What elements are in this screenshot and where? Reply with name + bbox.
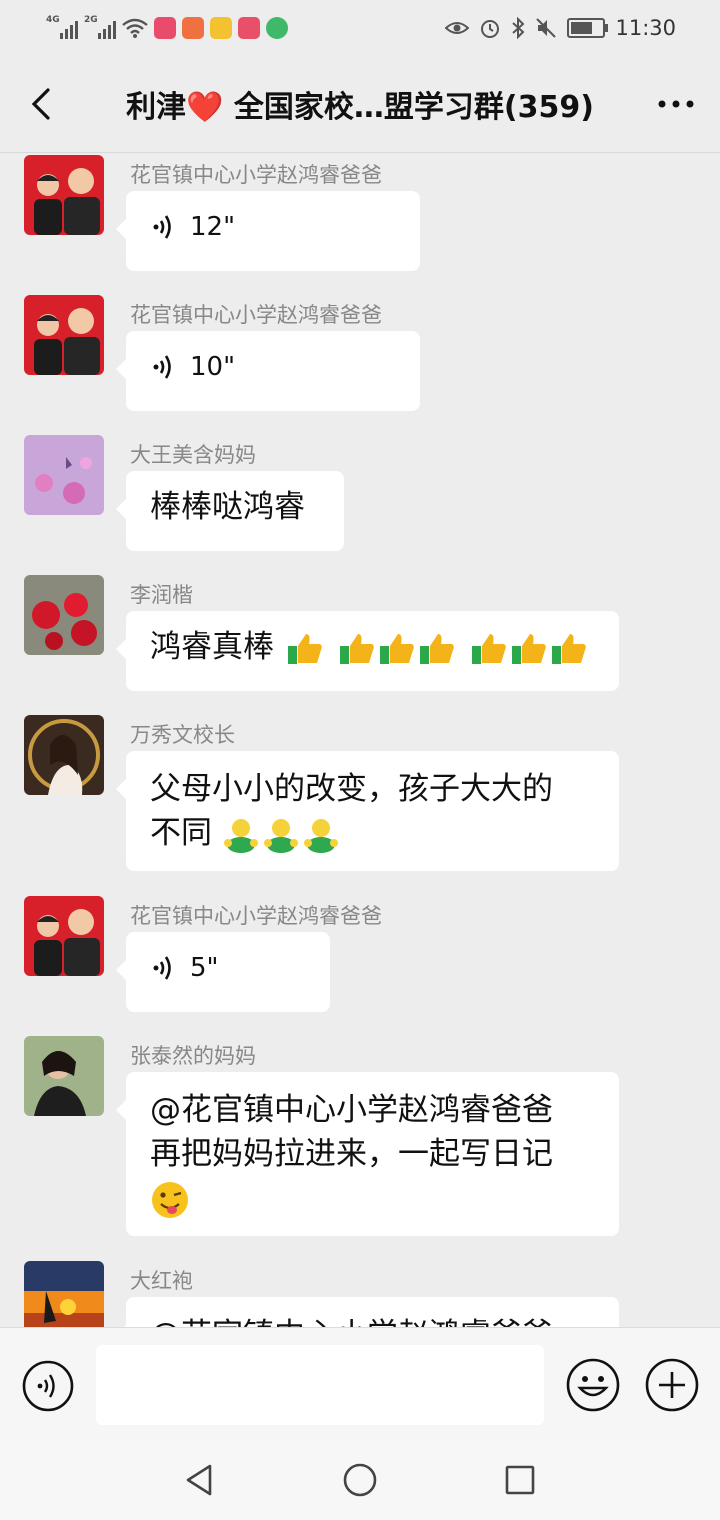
thumbs-up-emojis xyxy=(286,632,588,666)
woman-portrait-avatar[interactable] xyxy=(24,715,104,795)
message-text-line-2: 再把妈妈拉进来，一起写日记 xyxy=(150,1136,553,1172)
message-text: 鸿睿真棒 xyxy=(150,629,274,665)
status-left-icons: 4G 2G xyxy=(46,12,288,44)
message-text-line-2: 不同 xyxy=(150,815,212,851)
message-text-line-1: @花官镇中心小学赵鸿睿爸爸 xyxy=(150,1313,595,1327)
voice-wave-icon xyxy=(153,215,171,239)
group-title: 利津❤️ 全国家校…盟学习群(359) xyxy=(126,90,594,125)
sender-name: 李润楷 xyxy=(130,583,193,607)
app-notification-icon xyxy=(154,17,176,39)
nav-home-circle-icon[interactable] xyxy=(340,1460,380,1500)
app-notification-icon xyxy=(266,17,288,39)
wink-tongue-emoji-icon xyxy=(152,1181,188,1218)
voice-wave-icon xyxy=(153,956,171,980)
status-bar: 4G 2G 11:30 xyxy=(0,0,720,56)
sender-name: 花官镇中心小学赵鸿睿爸爸 xyxy=(130,163,382,187)
message-text-line-1: 父母小小的改变，孩子大大的 xyxy=(150,771,553,807)
sender-name: 大红袍 xyxy=(130,1269,193,1293)
wifi-icon xyxy=(122,18,148,38)
thumbs-up-icon xyxy=(551,633,586,664)
battery-icon xyxy=(567,18,609,38)
battery-fill xyxy=(571,22,592,34)
father-son-avatar[interactable] xyxy=(24,295,104,375)
message-text: 棒棒哒鸿睿 xyxy=(150,489,305,525)
thumbs-up-icon xyxy=(379,633,414,664)
voice-input-icon[interactable] xyxy=(22,1360,74,1412)
text-message-bubble[interactable]: 父母小小的改变，孩子大大的 不同 xyxy=(116,751,619,871)
voice-duration: 12" xyxy=(190,212,236,242)
woman-photo-avatar[interactable] xyxy=(24,1036,104,1116)
system-nav-bar xyxy=(0,1440,720,1520)
thumbs-up-icon xyxy=(287,633,322,664)
thumbs-up-icon xyxy=(339,633,374,664)
text-message-bubble[interactable]: 鸿睿真棒 xyxy=(116,611,619,691)
voice-duration: 10" xyxy=(190,352,236,382)
red-roses-avatar[interactable] xyxy=(24,575,104,655)
thumbs-up-icon xyxy=(471,633,506,664)
voice-duration: 5" xyxy=(190,953,219,983)
hug-emoji-icon xyxy=(303,818,338,853)
app-notification-icon xyxy=(182,17,204,39)
sender-name: 大王美含妈妈 xyxy=(130,443,256,467)
father-son-avatar[interactable] xyxy=(24,896,104,976)
eye-icon xyxy=(445,22,470,34)
thumbs-up-icon xyxy=(511,633,546,664)
nav-back-triangle-icon[interactable] xyxy=(180,1460,220,1500)
text-message-bubble[interactable]: 棒棒哒鸿睿 xyxy=(116,471,344,551)
input-bar xyxy=(0,1327,720,1441)
purple-flowers-avatar[interactable] xyxy=(24,435,104,515)
nav-recents-square-icon[interactable] xyxy=(500,1460,540,1500)
voice-message-bubble[interactable]: 5" xyxy=(116,932,330,1012)
thumbs-up-icon xyxy=(419,633,454,664)
alarm-icon xyxy=(481,20,500,38)
hug-emoji-icon xyxy=(223,818,258,853)
sunset-sailboat-avatar[interactable] xyxy=(24,1261,104,1327)
father-son-avatar[interactable] xyxy=(24,155,104,235)
voice-message-bubble[interactable]: 10" xyxy=(116,331,420,411)
sender-name: 万秀文校长 xyxy=(130,723,235,747)
chat-header: 利津❤️ 全国家校…盟学习群(359) xyxy=(0,56,720,153)
app-notification-icon xyxy=(238,17,260,39)
sender-name: 花官镇中心小学赵鸿睿爸爸 xyxy=(130,303,382,327)
message-list[interactable]: 花官镇中心小学赵鸿睿爸爸 12" 花官镇中心小学赵鸿睿爸爸 10" 大王美含妈妈… xyxy=(0,153,720,1327)
text-message-bubble[interactable]: @花官镇中心小学赵鸿睿爸爸 再把妈妈拉进来，一起写日记 xyxy=(116,1072,619,1236)
sender-name: 花官镇中心小学赵鸿睿爸爸 xyxy=(130,904,382,928)
more-dots-icon[interactable] xyxy=(654,86,698,122)
message-input[interactable] xyxy=(96,1345,544,1425)
bluetooth-icon xyxy=(512,17,525,39)
plus-circle-icon[interactable] xyxy=(645,1358,699,1412)
mute-icon xyxy=(536,18,557,38)
status-right-icons: 11:30 xyxy=(445,10,676,46)
text-message-bubble[interactable]: @花官镇中心小学赵鸿睿爸爸 xyxy=(116,1297,619,1327)
clock: 11:30 xyxy=(615,16,676,40)
voice-wave-icon xyxy=(153,355,171,379)
message-text-line-1: @花官镇中心小学赵鸿睿爸爸 xyxy=(150,1092,553,1128)
signal-2g-icon: 2G xyxy=(84,15,116,39)
emoji-smile-icon[interactable] xyxy=(566,1358,620,1412)
signal-4g-icon: 4G xyxy=(46,15,78,39)
hug-emoji-icon xyxy=(263,818,298,853)
sender-name: 张泰然的妈妈 xyxy=(130,1044,256,1068)
app-notification-icon xyxy=(210,17,232,39)
voice-message-bubble[interactable]: 12" xyxy=(116,191,420,271)
hug-emojis xyxy=(222,817,340,853)
